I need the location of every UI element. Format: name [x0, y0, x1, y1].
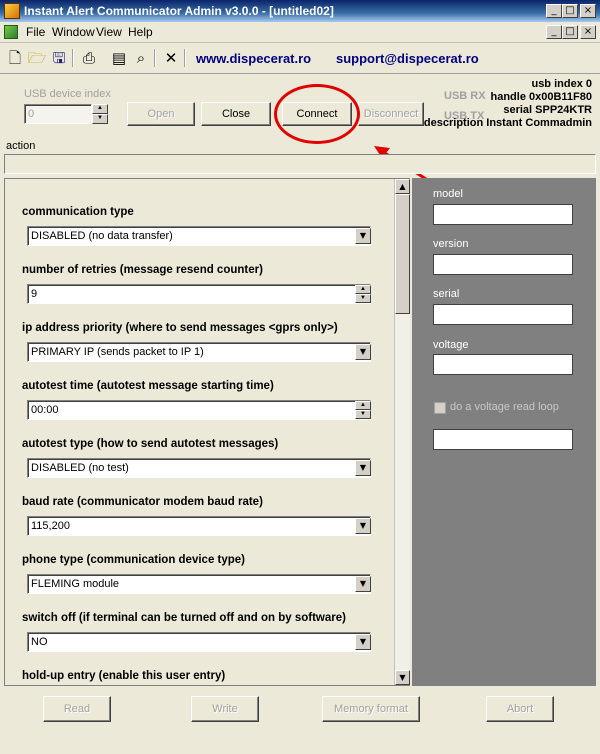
voltage-loop-field[interactable]	[433, 429, 573, 450]
setting-dropdown[interactable]: DISABLED (no data transfer)	[27, 226, 371, 246]
zoom-icon[interactable]: ⌕	[130, 47, 152, 69]
bottom-button-bar: Read Write Memory format Abort	[0, 688, 600, 754]
action-label: action	[6, 140, 36, 152]
menu-view[interactable]: View	[96, 25, 122, 39]
setting-dropdown[interactable]: DISABLED (no test)	[27, 458, 371, 478]
description-info: description Instant Commadmin	[423, 117, 592, 129]
new-icon[interactable]: 🗋	[4, 47, 26, 69]
dropdown-arrow-icon[interactable]: ▼	[355, 460, 371, 476]
model-label: model	[433, 188, 463, 200]
app-icon	[4, 3, 20, 19]
toolbar: 🗋 🗁 🖫 ⎙ ▤ ⌕ ✕ www.dispecerat.ro support@…	[0, 43, 600, 74]
annotation-circle	[274, 84, 360, 144]
close-doc-icon[interactable]: ✕	[160, 47, 182, 69]
voltage-label: voltage	[433, 339, 469, 351]
mdi-child-icon	[4, 25, 18, 39]
open-button[interactable]: Open	[127, 102, 195, 126]
write-button[interactable]: Write	[191, 696, 259, 722]
setting-dropdown[interactable]: 115,200	[27, 516, 371, 536]
disconnect-button[interactable]: Disconnect	[358, 102, 424, 126]
dropdown-arrow-icon[interactable]: ▼	[355, 228, 371, 244]
usb-index-info: usb index 0	[531, 78, 592, 90]
setting-label: autotest time (autotest message starting…	[22, 380, 274, 392]
setting-dropdown[interactable]: PRIMARY IP (sends packet to IP 1)	[27, 342, 371, 362]
save-icon[interactable]: 🖫	[48, 47, 70, 69]
mdi-minimize-button[interactable]: _	[546, 25, 562, 39]
minimize-button[interactable]: _	[546, 4, 562, 18]
menu-help[interactable]: Help	[128, 25, 153, 39]
memory-format-button[interactable]: Memory format	[322, 696, 420, 722]
voltage-loop-checkbox[interactable]	[434, 402, 446, 414]
spin-up-icon[interactable]: ▲	[355, 285, 371, 294]
close-usb-button[interactable]: Close	[201, 102, 271, 126]
usb-index-spin-up[interactable]: ▲	[92, 104, 108, 114]
settings-scrollbar[interactable]: ▲ ▼	[394, 179, 410, 685]
mdi-close-button[interactable]: ×	[580, 25, 596, 39]
title-bar: Instant Alert Communicator Admin v3.0.0 …	[0, 0, 600, 22]
support-link[interactable]: support@dispecerat.ro	[336, 51, 479, 66]
open-icon[interactable]: 🗁	[26, 47, 48, 69]
setting-label: communication type	[22, 206, 134, 218]
scroll-up-arrow[interactable]: ▲	[395, 179, 410, 194]
settings-panel	[4, 178, 410, 686]
usb-rx-label: USB RX	[444, 90, 486, 102]
window-title: Instant Alert Communicator Admin v3.0.0 …	[24, 4, 334, 18]
handle-info: handle 0x00B11F80	[490, 91, 592, 103]
spin-up-icon[interactable]: ▲	[355, 401, 371, 410]
menu-bar: File Window View Help _ □ ×	[0, 22, 600, 43]
usb-device-index-label: USB device index	[24, 88, 111, 100]
setting-label: hold-up entry (enable this user entry)	[22, 670, 226, 682]
spin-down-icon[interactable]: ▼	[355, 410, 371, 419]
read-button[interactable]: Read	[43, 696, 111, 722]
voltage-loop-label: do a voltage read loop	[450, 401, 559, 413]
action-status-bar	[4, 154, 596, 174]
setting-label: baud rate (communicator modem baud rate)	[22, 496, 263, 508]
abort-button[interactable]: Abort	[486, 696, 554, 722]
scroll-thumb[interactable]	[395, 194, 410, 314]
properties-icon[interactable]: ▤	[108, 47, 130, 69]
serial-label: serial	[433, 288, 460, 300]
serial-info: serial SPP24KTR	[503, 104, 592, 116]
version-field[interactable]	[433, 254, 573, 275]
setting-spinner[interactable]: 9	[27, 284, 371, 304]
setting-dropdown[interactable]: NO	[27, 632, 371, 652]
usb-index-spin-down[interactable]: ▼	[92, 114, 108, 124]
close-button[interactable]: ×	[580, 4, 596, 18]
setting-dropdown[interactable]: FLEMING module	[27, 574, 371, 594]
maximize-button[interactable]: □	[562, 4, 578, 18]
toolbar-separator	[72, 49, 74, 67]
mdi-restore-button[interactable]: □	[562, 25, 578, 39]
print-icon[interactable]: ⎙	[78, 47, 100, 69]
model-field[interactable]	[433, 204, 573, 225]
menu-window[interactable]: Window	[52, 25, 95, 39]
serial-field[interactable]	[433, 304, 573, 325]
setting-spinner[interactable]: 00:00	[27, 400, 371, 420]
dropdown-arrow-icon[interactable]: ▼	[355, 634, 371, 650]
usb-device-index-input[interactable]: 0	[24, 104, 92, 124]
setting-label: ip address priority (where to send messa…	[22, 322, 338, 334]
website-link[interactable]: www.dispecerat.ro	[196, 51, 311, 66]
version-label: version	[433, 238, 469, 250]
setting-label: phone type (communication device type)	[22, 554, 246, 566]
dropdown-arrow-icon[interactable]: ▼	[355, 518, 371, 534]
scroll-down-arrow[interactable]: ▼	[395, 670, 410, 685]
menu-file[interactable]: File	[26, 25, 45, 39]
toolbar-separator	[154, 49, 156, 67]
dropdown-arrow-icon[interactable]: ▼	[355, 344, 371, 360]
voltage-field[interactable]	[433, 354, 573, 375]
setting-label: autotest type (how to send autotest mess…	[22, 438, 279, 450]
spin-down-icon[interactable]: ▼	[355, 294, 371, 303]
setting-label: switch off (if terminal can be turned of…	[22, 612, 346, 624]
setting-label: number of retries (message resend counte…	[22, 264, 263, 276]
toolbar-separator	[184, 49, 186, 67]
dropdown-arrow-icon[interactable]: ▼	[355, 576, 371, 592]
